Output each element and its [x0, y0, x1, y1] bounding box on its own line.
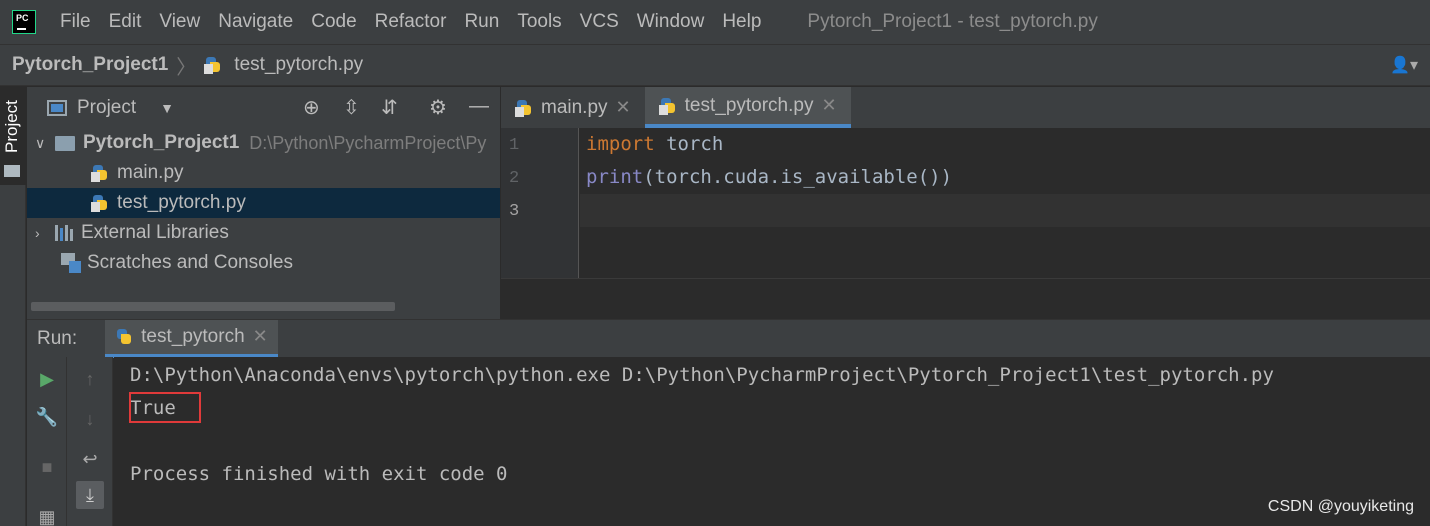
collapse-all-icon[interactable]: ⇵: [381, 95, 398, 120]
python-file-icon: [204, 56, 222, 74]
navigation-bar: Pytorch_Project1 〉 test_pytorch.py 👤▾: [0, 44, 1430, 86]
console-exit-line: Process finished with exit code 0: [130, 463, 508, 485]
scroll-to-end-icon[interactable]: ⤓: [76, 481, 104, 509]
tab-main-py[interactable]: main.py ✕: [501, 87, 645, 128]
run-panel-label: Run:: [37, 327, 78, 349]
rerun-icon[interactable]: ▶: [33, 365, 61, 393]
tree-scratches-consoles[interactable]: Scratches and Consoles: [27, 248, 500, 278]
arrow-up-icon[interactable]: ↑: [76, 365, 104, 393]
run-config-tab[interactable]: test_pytorch ✕: [105, 319, 278, 358]
run-console-output[interactable]: D:\Python\Anaconda\envs\pytorch\python.e…: [114, 357, 1430, 526]
run-tab-label: test_pytorch: [141, 325, 245, 347]
soft-wrap-icon[interactable]: ↩: [76, 445, 104, 473]
python-file-icon: [515, 99, 533, 117]
code-editor[interactable]: 1 2 3 import torch print(torch.cuda.is_a…: [501, 128, 1430, 319]
user-account-icon[interactable]: 👤▾: [1390, 55, 1418, 75]
tab-label: main.py: [541, 96, 608, 118]
menu-edit[interactable]: Edit: [109, 11, 142, 33]
project-panel: Project ▼ ⊕ ⇳ ⇵ ⚙ — ∨ Pytorch_Project1 D…: [27, 87, 500, 319]
menu-run[interactable]: Run: [464, 11, 499, 33]
locate-file-icon[interactable]: ⊕: [303, 95, 320, 120]
menu-bar: PC File Edit View Navigate Code Refactor…: [0, 0, 1430, 44]
breadcrumb-file[interactable]: test_pytorch.py: [234, 54, 363, 76]
tree-root-path: D:\Python\PycharmProject\Py: [249, 132, 487, 153]
builtin-print: print: [586, 166, 644, 188]
code-text: (torch.cuda.is_available()): [643, 166, 953, 188]
scratches-icon: [61, 253, 81, 273]
chevron-right-icon[interactable]: ›: [35, 225, 49, 241]
code-text: torch: [654, 133, 724, 155]
python-icon: [115, 328, 133, 346]
tree-item-label: Scratches and Consoles: [87, 252, 293, 273]
chevron-down-icon[interactable]: ∨: [35, 135, 49, 152]
tree-file-label: main.py: [117, 162, 184, 183]
stop-icon[interactable]: ■: [33, 453, 61, 481]
tree-root-label: Pytorch_Project1: [83, 132, 240, 153]
menu-code[interactable]: Code: [311, 11, 356, 33]
tab-label: test_pytorch.py: [684, 94, 814, 116]
dropdown-arrow-icon[interactable]: ▼: [160, 100, 174, 116]
folder-icon: [4, 165, 20, 177]
horizontal-scrollbar[interactable]: [31, 302, 395, 311]
tree-file-main[interactable]: main.py: [27, 158, 500, 188]
run-toolbar-primary: ▶ 🔧 ■ ▦: [27, 357, 67, 526]
menu-window[interactable]: Window: [637, 11, 705, 33]
python-file-icon: [91, 164, 109, 182]
menu-tools[interactable]: Tools: [517, 11, 561, 33]
code-line-1[interactable]: import torch: [586, 133, 723, 155]
python-file-icon: [91, 194, 109, 212]
editor-empty-area: [501, 278, 1430, 319]
line-number-gutter: 1 2 3: [501, 128, 579, 278]
code-line-2[interactable]: print(torch.cuda.is_available()): [586, 166, 952, 188]
keyword-import: import: [586, 133, 655, 155]
line-number: 1: [509, 136, 520, 155]
menu-refactor[interactable]: Refactor: [375, 11, 447, 33]
breadcrumb-separator-icon: 〉: [176, 56, 197, 79]
menu-view[interactable]: View: [159, 11, 200, 33]
python-file-icon: [658, 97, 677, 115]
line-number: 3: [509, 202, 520, 221]
arrow-down-icon[interactable]: ↓: [76, 405, 104, 433]
caret-row-highlight: [580, 194, 1430, 227]
breadcrumb-project[interactable]: Pytorch_Project1: [12, 54, 168, 76]
run-panel-header: Run: test_pytorch ✕: [27, 319, 1430, 358]
editor-tab-bar: main.py ✕ test_pytorch.py ✕: [501, 87, 1430, 128]
console-command-line: D:\Python\Anaconda\envs\pytorch\python.e…: [130, 364, 1274, 386]
pycharm-logo-icon: PC: [12, 10, 36, 34]
layout-icon[interactable]: ▦: [33, 503, 61, 526]
menu-help[interactable]: Help: [722, 11, 761, 33]
settings-gear-icon[interactable]: ⚙: [429, 95, 447, 120]
wrench-icon[interactable]: 🔧: [33, 403, 61, 431]
run-toolbar-secondary: ↑ ↓ ↩ ⤓: [67, 357, 113, 526]
menu-navigate[interactable]: Navigate: [218, 11, 293, 33]
hide-panel-icon[interactable]: —: [469, 95, 489, 118]
tree-file-label: test_pytorch.py: [117, 192, 246, 213]
close-tab-icon[interactable]: ✕: [616, 97, 631, 118]
project-tool-tab-label: Project: [2, 100, 21, 153]
close-tab-icon[interactable]: ✕: [253, 326, 268, 347]
tree-file-test-pytorch[interactable]: test_pytorch.py: [27, 188, 500, 218]
tree-item-label: External Libraries: [81, 222, 229, 243]
line-number: 2: [509, 169, 520, 188]
window-title: Pytorch_Project1 - test_pytorch.py: [807, 11, 1098, 32]
tree-root-project[interactable]: ∨ Pytorch_Project1 D:\Python\PycharmProj…: [27, 128, 500, 158]
red-highlight-box: [129, 392, 201, 423]
left-tool-strip: Project: [0, 87, 26, 526]
project-tool-tab[interactable]: Project: [0, 87, 26, 185]
watermark: CSDN @youyiketing: [1267, 498, 1414, 515]
menu-file[interactable]: File: [60, 11, 91, 33]
folder-icon: [55, 135, 75, 151]
tree-external-libraries[interactable]: › External Libraries: [27, 218, 500, 248]
menu-vcs[interactable]: VCS: [580, 11, 619, 33]
project-view-icon: [47, 99, 67, 116]
project-view-selector[interactable]: Project: [77, 97, 136, 119]
close-tab-icon[interactable]: ✕: [821, 95, 836, 116]
expand-all-icon[interactable]: ⇳: [343, 95, 360, 120]
project-panel-header: Project ▼ ⊕ ⇳ ⇵ ⚙ —: [27, 87, 500, 128]
tab-test-pytorch-py[interactable]: test_pytorch.py ✕: [644, 87, 851, 128]
library-icon: [55, 225, 75, 241]
